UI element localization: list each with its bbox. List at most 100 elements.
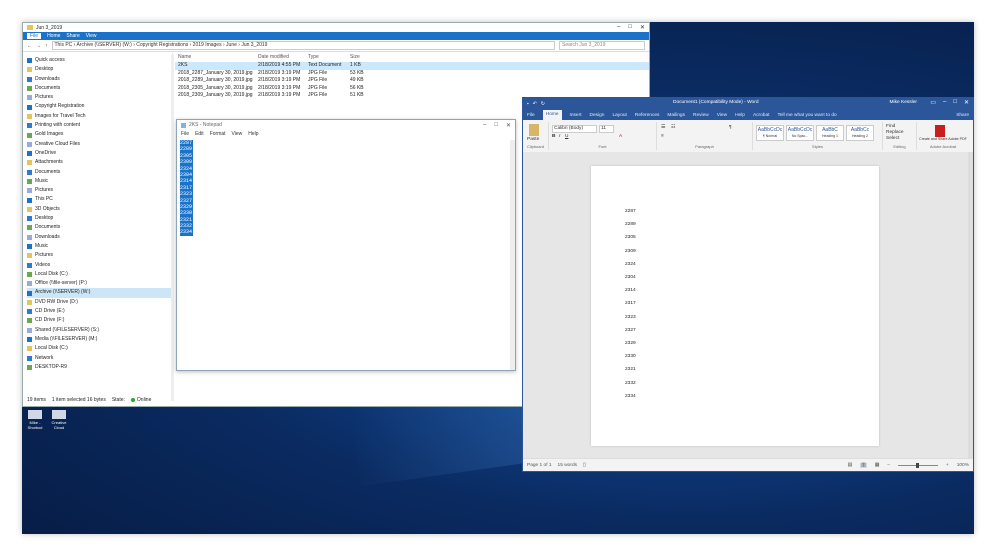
nav-item[interactable]: Music <box>27 242 172 251</box>
ribbon-display-options-button[interactable]: ▭ <box>930 99 936 106</box>
word-user-name[interactable]: Mike Kessler <box>890 100 917 105</box>
nav-item[interactable]: Documents <box>27 168 172 177</box>
nav-item[interactable]: Videos <box>27 261 172 270</box>
column-header-date[interactable]: Date modified <box>255 53 305 62</box>
word-minimize-button[interactable]: – <box>943 99 946 106</box>
tab-file[interactable]: File <box>27 33 42 39</box>
menu-view[interactable]: View <box>232 131 243 137</box>
nav-item[interactable]: Documents <box>27 223 172 232</box>
web-layout-icon[interactable]: ▦ <box>875 463 880 468</box>
word-tab[interactable]: Tell me what you want to do <box>777 113 836 118</box>
file-row[interactable]: 2018_2287_January 30, 2019.jpg 2/18/2019 … <box>175 70 649 78</box>
word-count[interactable]: 15 words <box>558 463 577 468</box>
tab-view[interactable]: View <box>86 33 97 39</box>
column-header-size[interactable]: Size <box>347 53 377 62</box>
desktop-shortcut-creative-cloud[interactable]: Creative Cloud <box>48 410 70 430</box>
menu-format[interactable]: Format <box>210 131 226 137</box>
bullets-icon[interactable]: ☰ <box>661 125 665 130</box>
paste-button[interactable]: Paste <box>527 137 539 142</box>
font-size-select[interactable]: 11 <box>599 125 614 133</box>
style-gallery-item[interactable]: AaBbCcDc No Spac... <box>786 125 814 141</box>
word-scrollbar[interactable] <box>968 152 973 459</box>
nav-scrollbar[interactable] <box>171 55 174 401</box>
nav-item[interactable]: Shared (\\FILESERVER) (S:) <box>27 326 172 335</box>
nav-item[interactable]: Creative Cloud Files <box>27 140 172 149</box>
nav-item[interactable]: Network <box>27 354 172 363</box>
nav-item[interactable]: Local Disk (C:) <box>27 344 172 353</box>
nav-item[interactable]: Desktop <box>27 65 172 74</box>
italic-button[interactable]: I <box>559 134 560 139</box>
nav-item[interactable]: Quick access <box>27 56 172 65</box>
word-tab[interactable]: Acrobat <box>753 113 770 118</box>
notepad-close-button[interactable]: ✕ <box>506 122 511 129</box>
undo-icon[interactable]: ↶ <box>533 102 537 107</box>
maximize-button[interactable]: □ <box>628 24 632 31</box>
nav-item[interactable]: Copyright Registration <box>27 102 172 111</box>
nav-item[interactable]: Desktop <box>27 214 172 223</box>
minimize-button[interactable]: – <box>617 24 620 31</box>
back-arrow-icon[interactable]: ← <box>27 43 32 49</box>
nav-item[interactable]: Attachments <box>27 158 172 167</box>
nav-item[interactable]: CD Drive (F:) <box>27 316 172 325</box>
word-tab[interactable]: Design <box>590 113 605 118</box>
nav-item[interactable]: Documents <box>27 84 172 93</box>
notepad-maximize-button[interactable]: □ <box>494 122 498 129</box>
nav-item[interactable]: Printing with content <box>27 121 172 130</box>
column-header-name[interactable]: Name <box>175 53 255 62</box>
desktop-shortcut-mike[interactable]: Mike - Shortcut <box>24 410 46 430</box>
menu-help[interactable]: Help <box>248 131 258 137</box>
file-row[interactable]: 2018_2305_January 30, 2019.jpg 2/18/2019 … <box>175 85 649 93</box>
notepad-minimize-button[interactable]: – <box>483 122 486 129</box>
zoom-out-button[interactable]: – <box>887 463 890 468</box>
word-tab[interactable]: File <box>527 113 535 118</box>
nav-item[interactable]: DVD RW Drive (D:) <box>27 298 172 307</box>
tab-home[interactable]: Home <box>47 33 60 39</box>
font-color-icon[interactable]: A <box>619 134 622 139</box>
read-mode-icon[interactable]: ▤ <box>848 463 853 468</box>
word-tab[interactable]: Help <box>735 113 745 118</box>
style-gallery-item[interactable]: AaBbCc Heading 2 <box>846 125 874 141</box>
nav-item[interactable]: Downloads <box>27 233 172 242</box>
word-tab[interactable]: Insert <box>570 113 582 118</box>
nav-item[interactable]: This PC <box>27 195 172 204</box>
up-arrow-icon[interactable]: ↑ <box>45 43 48 49</box>
address-bar[interactable]: This PC › Archive (\\SERVER) (W:) › Copy… <box>51 41 555 50</box>
nav-item[interactable]: Images for Travel Tech <box>27 112 172 121</box>
menu-edit[interactable]: Edit <box>195 131 204 137</box>
zoom-slider[interactable] <box>897 462 938 468</box>
bold-button[interactable]: B <box>552 134 555 139</box>
word-close-button[interactable]: ✕ <box>964 99 969 106</box>
tab-share[interactable]: Share <box>66 33 79 39</box>
menu-file[interactable]: File <box>181 131 189 137</box>
nav-item[interactable]: Media (\\FILESERVER) (M:) <box>27 335 172 344</box>
column-header-type[interactable]: Type <box>305 53 347 62</box>
pilcrow-icon[interactable]: ¶ <box>729 125 732 130</box>
numbering-icon[interactable]: ☷ <box>671 125 675 130</box>
font-name-select[interactable]: Calibri (Body) <box>552 125 597 133</box>
help-icon[interactable] <box>639 34 645 40</box>
proofing-icon[interactable]: ▯ <box>583 463 586 468</box>
nav-item[interactable]: Gold Images <box>27 130 172 139</box>
align-left-icon[interactable]: ≡ <box>661 134 664 139</box>
word-tab[interactable]: Layout <box>612 113 626 118</box>
nav-item[interactable]: CD Drive (E:) <box>27 307 172 316</box>
nav-item[interactable]: Local Disk (C:) <box>27 270 172 279</box>
replace-button[interactable]: Replace <box>886 130 904 135</box>
style-gallery-item[interactable]: AaBbC Heading 1 <box>816 125 844 141</box>
word-tab[interactable]: Mailings <box>667 113 685 118</box>
zoom-in-button[interactable]: + <box>946 463 949 468</box>
paste-icon[interactable] <box>529 124 539 136</box>
nav-item[interactable]: Archive (\\SERVER) (W:) <box>27 288 172 298</box>
nav-item[interactable]: Pictures <box>27 186 172 195</box>
share-button[interactable]: Share <box>956 113 969 118</box>
style-gallery-item[interactable]: AaBbCcDc ¶ Normal <box>756 125 784 141</box>
nav-item[interactable]: Pictures <box>27 251 172 260</box>
create-pdf-button[interactable]: Create and Share Adobe PDF <box>919 137 967 141</box>
document-page[interactable]: 2287 2289 2305 2309 2324 2304 2314 2317 2323 2327… <box>591 166 879 446</box>
nav-item[interactable]: 3D Objects <box>27 205 172 214</box>
search-input[interactable]: Search Jun 3_2019 <box>559 41 645 50</box>
zoom-slider-thumb[interactable] <box>915 462 919 468</box>
word-tab[interactable]: References <box>635 113 660 118</box>
nav-item[interactable]: DESKTOP-R9 <box>27 363 172 372</box>
notepad-scrollbar[interactable] <box>510 140 515 370</box>
